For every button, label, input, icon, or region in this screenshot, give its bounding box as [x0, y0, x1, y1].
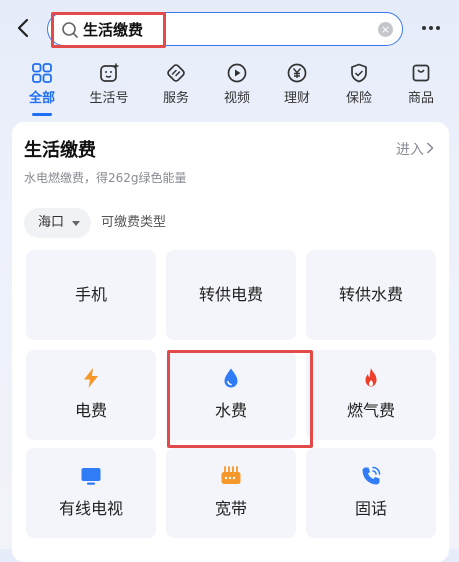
tile-mobile[interactable]: 手机 [26, 250, 156, 340]
card-title: 生活缴费 [24, 140, 96, 161]
shield-icon [351, 63, 367, 83]
tab-label: 全部 [28, 91, 55, 106]
broadband-icon [221, 466, 241, 484]
search-icon [62, 22, 78, 38]
water-drop-icon [224, 368, 238, 388]
category-tabs: 全部 生活号 服务 视频 理财 保险 商品 [0, 58, 459, 118]
flame-icon [365, 368, 377, 387]
lightning-icon [84, 368, 98, 388]
service-icon [167, 64, 185, 82]
tv-icon [81, 468, 101, 485]
tile-label: 固话 [354, 499, 387, 518]
tile-landline[interactable]: 固话 [306, 448, 436, 538]
grid-icon [32, 63, 52, 83]
tab-label: 商品 [407, 91, 434, 106]
enter-label: 进入 [396, 142, 424, 158]
tile-label: 转供水费 [338, 285, 403, 304]
chevron-left-icon [17, 18, 29, 38]
tile-label: 电费 [74, 401, 107, 420]
tile-cable-tv[interactable]: 有线电视 [26, 448, 156, 538]
tile-label: 宽带 [214, 499, 247, 518]
tab-service[interactable]: 服务 [146, 58, 206, 112]
tile-label: 手机 [74, 285, 107, 304]
tab-label: 视频 [223, 91, 250, 106]
search-query: 生活缴费 [83, 21, 144, 39]
shopping-bag-icon [412, 64, 430, 82]
yuan-icon [287, 63, 307, 83]
tab-life-account[interactable]: 生活号 [79, 58, 139, 112]
life-payment-card: 生活缴费 进入 水电燃缴费，得262g绿色能量 海口 可缴费类型 手机 转供电费… [12, 122, 449, 562]
tab-label: 保险 [345, 91, 372, 106]
tile-water[interactable]: 水费 [166, 350, 296, 440]
card-subtitle: 水电燃缴费，得262g绿色能量 [24, 171, 187, 185]
tab-goods[interactable]: 商品 [391, 58, 451, 112]
tile-broadband[interactable]: 宽带 [166, 448, 296, 538]
caret-down-icon [72, 221, 80, 226]
more-icon[interactable] [420, 18, 442, 38]
tile-label: 水费 [214, 401, 247, 420]
video-icon [227, 63, 247, 83]
top-bar: 生活缴费 × [0, 0, 459, 56]
clear-icon[interactable]: × [378, 22, 393, 37]
tab-label: 服务 [162, 91, 189, 106]
region-value: 海口 [38, 215, 65, 230]
tile-resupply-water[interactable]: 转供水费 [306, 250, 436, 340]
search-input[interactable]: 生活缴费 × [47, 12, 403, 46]
tab-finance[interactable]: 理财 [267, 58, 327, 112]
tile-label: 有线电视 [58, 499, 123, 518]
tile-label: 转供电费 [198, 285, 263, 304]
enter-link[interactable]: 进入 [396, 140, 434, 160]
active-tab-indicator [32, 113, 52, 116]
tile-resupply-electricity[interactable]: 转供电费 [166, 250, 296, 340]
pay-type-label: 可缴费类型 [101, 215, 167, 230]
chevron-right-icon [426, 142, 434, 154]
phone-icon [362, 466, 381, 485]
tab-insurance[interactable]: 保险 [329, 58, 389, 112]
region-select[interactable]: 海口 [24, 208, 91, 238]
tile-label: 燃气费 [346, 401, 395, 420]
tab-label: 生活号 [89, 91, 129, 106]
tab-video[interactable]: 视频 [207, 58, 267, 112]
tab-label: 理财 [283, 91, 310, 106]
life-account-icon [100, 63, 119, 82]
tab-all[interactable]: 全部 [12, 58, 72, 112]
tile-gas[interactable]: 燃气费 [306, 350, 436, 440]
tile-electricity[interactable]: 电费 [26, 350, 156, 440]
back-button[interactable] [12, 14, 34, 42]
